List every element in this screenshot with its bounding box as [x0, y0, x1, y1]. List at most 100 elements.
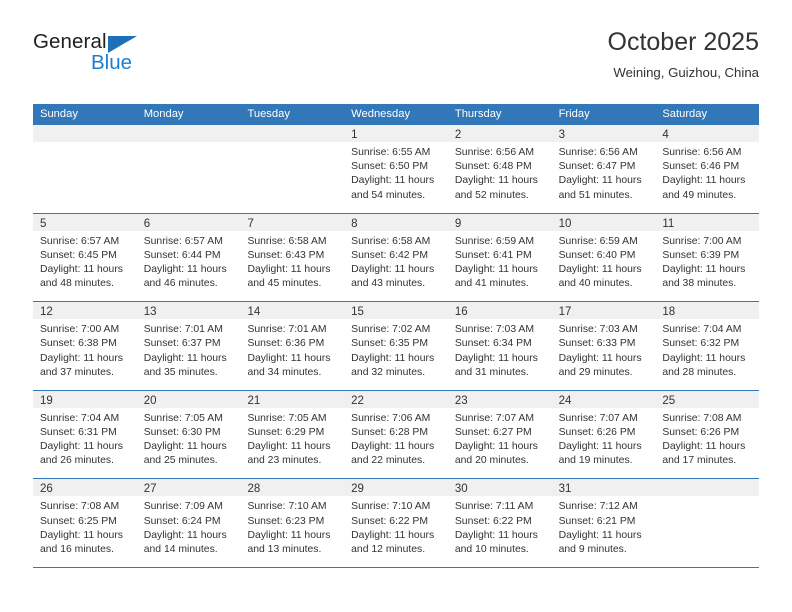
- daylight-text-line2: and 46 minutes.: [143, 278, 218, 290]
- day-details: Sunrise: 6:57 AM Sunset: 6:45 PM Daylight:…: [33, 231, 137, 292]
- daylight-text-line1: Daylight: 11 hours: [143, 264, 227, 275]
- sunrise-text: Sunrise: 6:55 AM: [351, 147, 431, 158]
- calendar-day-cell[interactable]: 23 Sunrise: 7:07 AM Sunset: 6:27 PM Dayligh…: [447, 390, 552, 479]
- calendar-day-cell[interactable]: 20 Sunrise: 7:05 AM Sunset: 6:30 PM Dayligh…: [136, 390, 241, 479]
- daylight-text-line1: Daylight: 11 hours: [143, 352, 227, 364]
- day-number: 14: [247, 306, 261, 319]
- calendar-day-cell[interactable]: 9 Sunrise: 6:59 AM Sunset: 6:41 PM Daylight…: [447, 213, 552, 302]
- calendar-day-cell[interactable]: 11 Sunrise: 7:00 AM Sunset: 6:39 PM Dayligh…: [655, 213, 760, 302]
- day-number: 29: [351, 483, 364, 496]
- calendar-day-cell[interactable]: 10 Sunrise: 6:59 AM Sunset: 6:40 PM Dayligh…: [551, 213, 656, 302]
- calendar-day-cell[interactable]: 5 Sunrise: 6:57 AM Sunset: 6:45 PM Daylight…: [33, 213, 137, 302]
- day-number-bar: 20: [136, 390, 241, 408]
- calendar-day-cell[interactable]: 8 Sunrise: 6:58 AM Sunset: 6:42 PM Daylight…: [344, 213, 448, 302]
- calendar-day-cell[interactable]: 21 Sunrise: 7:05 AM Sunset: 6:29 PM Dayligh…: [240, 390, 345, 479]
- day-details: Sunrise: 7:05 AM Sunset: 6:30 PM Daylight:…: [137, 408, 241, 469]
- sunrise-text: Sunrise: 6:57 AM: [143, 235, 223, 247]
- calendar-day-cell[interactable]: 13 Sunrise: 7:01 AM Sunset: 6:37 PM Dayligh…: [136, 302, 241, 390]
- sunset-text: Sunset: 6:34 PM: [454, 338, 532, 350]
- brand-logo[interactable]: General Blue: [33, 31, 253, 88]
- daylight-text-line2: and 25 minutes.: [143, 455, 218, 467]
- day-number-bar: 13: [136, 302, 241, 320]
- daylight-text-line1: Daylight: 11 hours: [454, 352, 538, 364]
- calendar-day-cell[interactable]: 12 Sunrise: 7:00 AM Sunset: 6:38 PM Dayligh…: [33, 302, 137, 390]
- day-number: 17: [558, 306, 572, 319]
- daylight-text-line2: and 12 minutes.: [351, 543, 426, 555]
- day-number-bar: 21: [240, 390, 345, 408]
- calendar-day-cell[interactable]: 22 Sunrise: 7:06 AM Sunset: 6:28 PM Dayligh…: [344, 390, 448, 479]
- daylight-text-line2: and 34 minutes.: [247, 366, 322, 378]
- daylight-text-line2: and 51 minutes.: [558, 189, 633, 201]
- day-number: 28: [247, 483, 261, 496]
- sunset-text: Sunset: 6:35 PM: [351, 338, 428, 350]
- daylight-text-line2: and 23 minutes.: [247, 455, 322, 467]
- sunrise-text: Sunrise: 7:11 AM: [454, 501, 534, 513]
- calendar-week-row: 5 Sunrise: 6:57 AM Sunset: 6:45 PM Daylight…: [33, 213, 760, 303]
- calendar-day-cell[interactable]: 3 Sunrise: 6:56 AM Sunset: 6:47 PM Daylight…: [551, 125, 656, 213]
- calendar-day-cell[interactable]: 19 Sunrise: 7:04 AM Sunset: 6:31 PM Dayligh…: [33, 390, 137, 479]
- calendar-day-cell[interactable]: 18 Sunrise: 7:04 AM Sunset: 6:32 PM Dayligh…: [655, 302, 760, 390]
- sunrise-text: Sunrise: 6:57 AM: [40, 235, 120, 247]
- sunset-text: Sunset: 6:36 PM: [247, 338, 325, 350]
- sunset-text: Sunset: 6:44 PM: [143, 249, 221, 261]
- calendar-day-cell[interactable]: 27 Sunrise: 7:09 AM Sunset: 6:24 PM Dayligh…: [136, 479, 241, 567]
- day-number-bar: 29: [344, 479, 448, 497]
- sunset-text: Sunset: 6:32 PM: [662, 338, 740, 350]
- day-number-bar: [33, 125, 137, 142]
- sunrise-text: Sunrise: 6:59 AM: [454, 235, 535, 247]
- calendar-day-cell[interactable]: 14 Sunrise: 7:01 AM Sunset: 6:36 PM Dayligh…: [240, 302, 345, 390]
- day-details: Sunrise: 7:10 AM Sunset: 6:22 PM Daylight:…: [344, 496, 448, 557]
- calendar-day-cell[interactable]: 29 Sunrise: 7:10 AM Sunset: 6:22 PM Dayligh…: [344, 479, 448, 567]
- day-details: Sunrise: 7:00 AM Sunset: 6:39 PM Daylight:…: [655, 231, 759, 292]
- daylight-text-line2: and 41 minutes.: [454, 278, 529, 290]
- daylight-text-line1: Daylight: 11 hours: [143, 441, 227, 453]
- calendar-day-cell-empty: [136, 125, 241, 213]
- sunset-text: Sunset: 6:25 PM: [40, 515, 117, 527]
- calendar-day-cell[interactable]: 24 Sunrise: 7:07 AM Sunset: 6:26 PM Dayligh…: [551, 390, 656, 479]
- daylight-text-line1: Daylight: 11 hours: [558, 529, 642, 541]
- day-number: 22: [351, 394, 364, 407]
- calendar-day-cell[interactable]: 28 Sunrise: 7:10 AM Sunset: 6:23 PM Dayligh…: [240, 479, 345, 567]
- sunset-text: Sunset: 6:26 PM: [662, 426, 740, 438]
- daylight-text-line2: and 31 minutes.: [454, 366, 529, 378]
- calendar-day-cell[interactable]: 17 Sunrise: 7:03 AM Sunset: 6:33 PM Dayligh…: [551, 302, 656, 390]
- daylight-text-line1: Daylight: 11 hours: [351, 352, 435, 364]
- daylight-text-line1: Daylight: 11 hours: [40, 352, 123, 364]
- calendar-day-cell[interactable]: 6 Sunrise: 6:57 AM Sunset: 6:44 PM Daylight…: [136, 213, 241, 302]
- daylight-text-line2: and 40 minutes.: [558, 278, 633, 290]
- day-number-bar: [655, 479, 760, 497]
- day-number-bar: 6: [136, 213, 241, 231]
- calendar-day-cell[interactable]: 31 Sunrise: 7:12 AM Sunset: 6:21 PM Dayligh…: [551, 479, 656, 567]
- daylight-text-line1: Daylight: 11 hours: [351, 441, 435, 453]
- daylight-text-line1: Daylight: 11 hours: [351, 264, 435, 275]
- calendar-day-cell[interactable]: 1 Sunrise: 6:55 AM Sunset: 6:50 PM Daylight…: [344, 125, 448, 213]
- calendar-day-cell[interactable]: 7 Sunrise: 6:58 AM Sunset: 6:43 PM Daylight…: [240, 213, 345, 302]
- daylight-text-line2: and 10 minutes.: [454, 543, 529, 555]
- sunset-text: Sunset: 6:38 PM: [40, 338, 117, 350]
- day-number-bar: 15: [344, 302, 448, 320]
- calendar-day-cell[interactable]: 4 Sunrise: 6:56 AM Sunset: 6:46 PM Daylight…: [655, 125, 760, 213]
- calendar-day-cell[interactable]: 16 Sunrise: 7:03 AM Sunset: 6:34 PM Dayligh…: [447, 302, 552, 390]
- sunrise-text: Sunrise: 7:07 AM: [558, 412, 638, 424]
- day-number-bar: 31: [551, 479, 656, 497]
- sunrise-text: Sunrise: 7:10 AM: [247, 501, 327, 513]
- calendar-week-row: 19 Sunrise: 7:04 AM Sunset: 6:31 PM Dayligh…: [33, 390, 760, 480]
- calendar-day-cell[interactable]: 15 Sunrise: 7:02 AM Sunset: 6:35 PM Dayligh…: [344, 302, 448, 390]
- day-details: Sunrise: 6:55 AM Sunset: 6:50 PM Daylight:…: [344, 142, 448, 203]
- sunrise-text: Sunrise: 6:59 AM: [558, 235, 638, 247]
- day-details: Sunrise: 6:56 AM Sunset: 6:47 PM Daylight:…: [552, 142, 656, 203]
- day-details: Sunrise: 7:01 AM Sunset: 6:37 PM Daylight:…: [137, 319, 241, 380]
- day-number: 25: [662, 394, 676, 407]
- sunrise-text: Sunrise: 6:58 AM: [351, 235, 431, 247]
- sunrise-text: Sunrise: 7:03 AM: [454, 324, 535, 336]
- calendar-day-cell[interactable]: 30 Sunrise: 7:11 AM Sunset: 6:22 PM Dayligh…: [447, 479, 552, 567]
- daylight-text-line2: and 48 minutes.: [40, 278, 114, 290]
- day-number: 8: [351, 217, 358, 230]
- day-details: Sunrise: 7:07 AM Sunset: 6:26 PM Daylight:…: [552, 408, 656, 469]
- sunset-text: Sunset: 6:26 PM: [558, 426, 636, 438]
- calendar-day-cell[interactable]: 26 Sunrise: 7:08 AM Sunset: 6:25 PM Dayligh…: [33, 479, 137, 567]
- day-number-bar: [240, 125, 345, 142]
- calendar-day-cell[interactable]: 25 Sunrise: 7:08 AM Sunset: 6:26 PM Dayligh…: [655, 390, 760, 479]
- sunrise-text: Sunrise: 7:02 AM: [351, 324, 431, 336]
- calendar-day-cell[interactable]: 2 Sunrise: 6:56 AM Sunset: 6:48 PM Daylight…: [447, 125, 552, 213]
